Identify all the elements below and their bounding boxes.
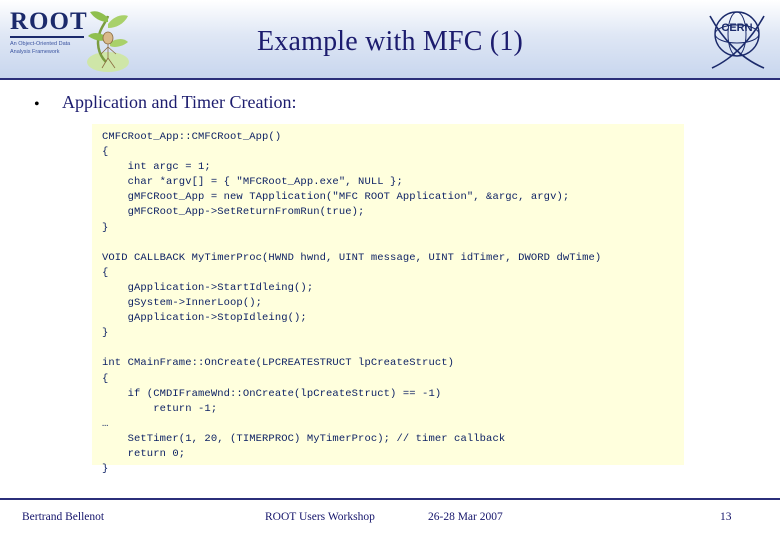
code-content: CMFCRoot_App::CMFCRoot_App() { int argc … (102, 131, 602, 476)
svg-text:CERN: CERN (721, 22, 752, 34)
code-block: CMFCRoot_App::CMFCRoot_App() { int argc … (92, 124, 684, 475)
footer-event: ROOT Users Workshop (265, 511, 375, 523)
page-title: Example with MFC (1) (256, 26, 524, 57)
root-logo-underline (10, 36, 84, 38)
slide-header: ROOT An Object-Oriented Data Analysis Fr… (0, 0, 780, 78)
footer-author: Bertrand Bellenot (22, 511, 105, 523)
footer-page-number: 13 (720, 511, 732, 523)
footer-divider (0, 498, 780, 500)
header-divider (0, 78, 780, 80)
slide: ROOT An Object-Oriented Data Analysis Fr… (0, 0, 780, 540)
root-logo-subtitle: An Object-Oriented Data Analysis Framewo… (10, 41, 71, 55)
root-logo-wordmark: ROOT (10, 8, 88, 35)
footer-date: 26-28 Mar 2007 (428, 511, 503, 523)
bullet-label: Application and Timer Creation: (62, 92, 297, 112)
cern-logo-icon: CERN (709, 11, 765, 69)
root-logo: ROOT An Object-Oriented Data Analysis Fr… (6, 2, 136, 76)
bullet-item: • Application and Timer Creation: (30, 92, 730, 118)
slide-footer: Bertrand Bellenot ROOT Users Workshop 26… (0, 508, 780, 532)
bullet-marker: • (34, 96, 40, 113)
root-figure-icon (87, 11, 129, 72)
